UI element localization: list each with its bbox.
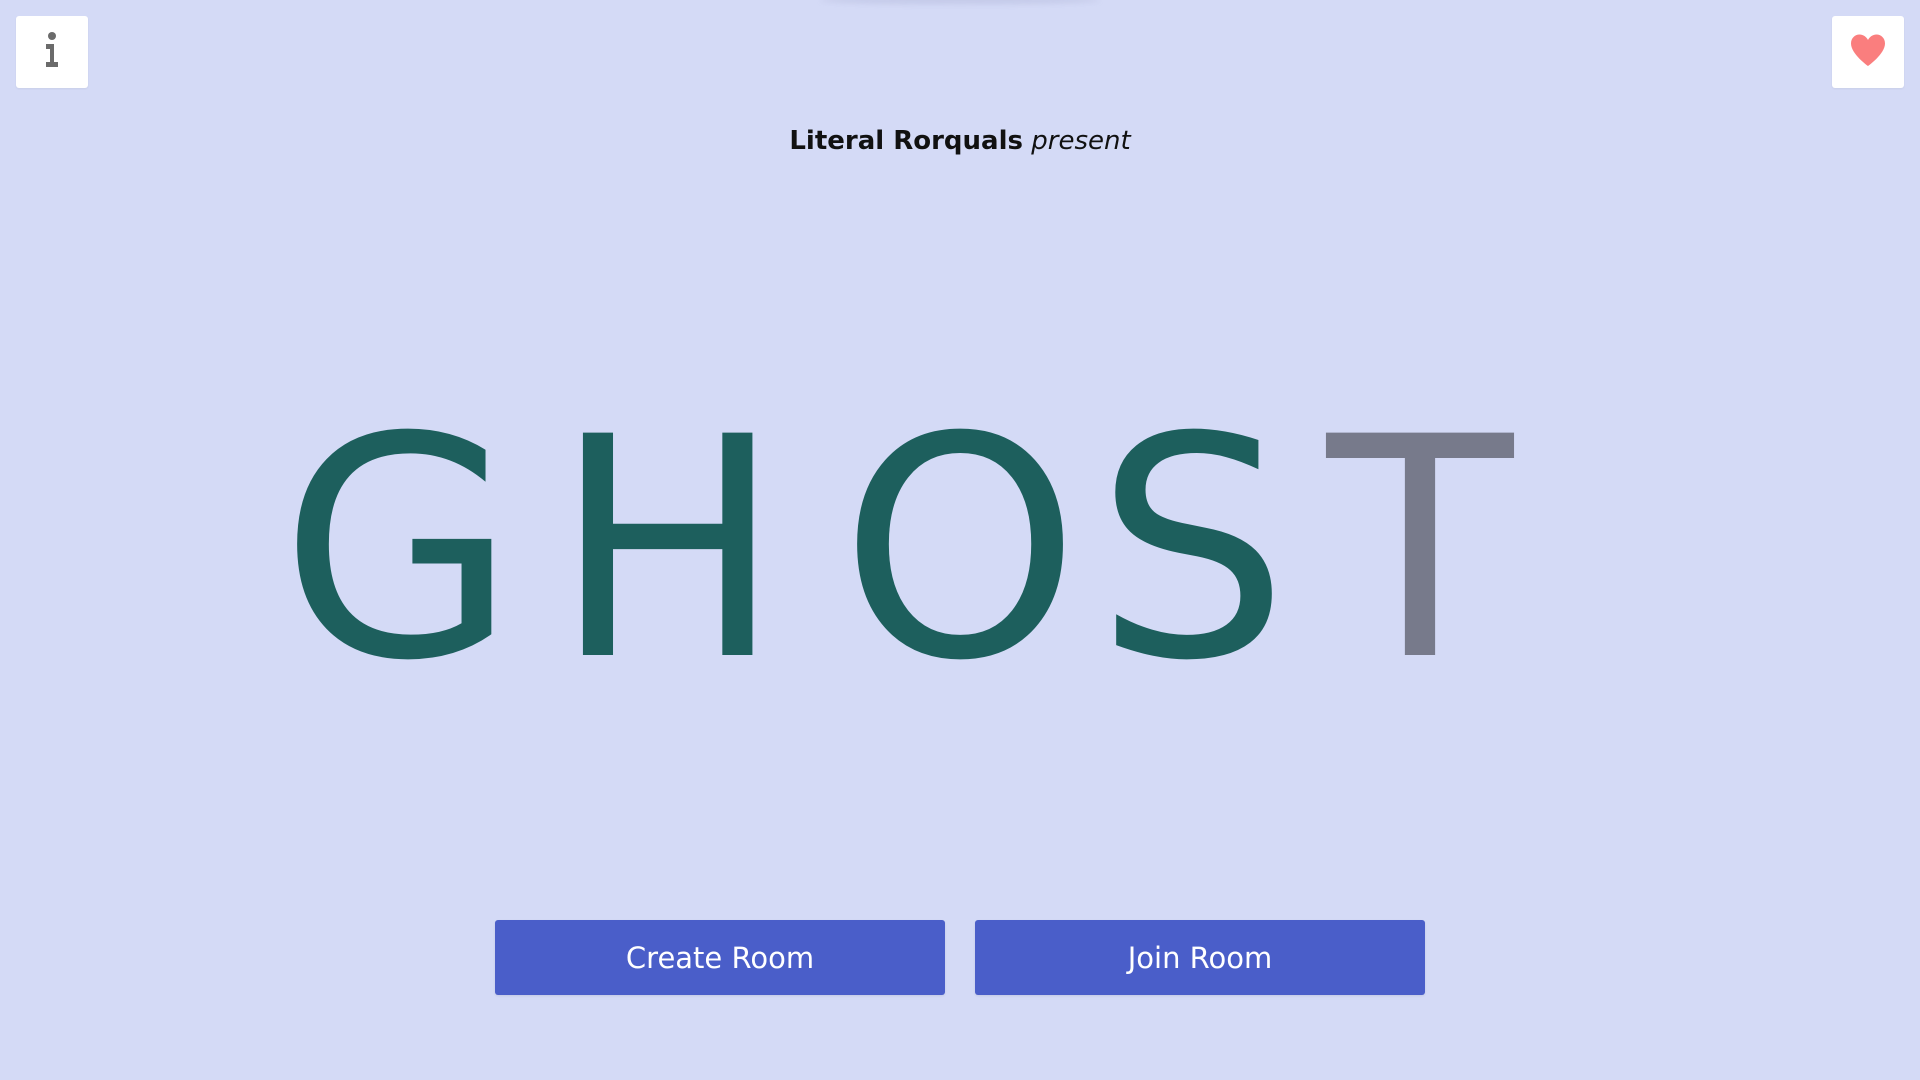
title-letter: H <box>553 372 783 727</box>
join-room-button[interactable]: Join Room <box>975 920 1425 995</box>
room-actions: Create Room Join Room <box>495 920 1425 995</box>
top-edge-shadow <box>820 0 1100 4</box>
donate-heart-button[interactable] <box>1832 16 1904 88</box>
heart-icon <box>1849 33 1887 71</box>
title-letter: G <box>280 372 517 727</box>
info-icon <box>44 32 60 72</box>
create-room-button[interactable]: Create Room <box>495 920 945 995</box>
title-letter: O <box>840 372 1081 727</box>
title-letter: S <box>1095 372 1289 727</box>
title-letter-ghosted: T <box>1326 372 1514 727</box>
game-title: G H O S T <box>0 372 1920 727</box>
studio-name: Literal Rorquals <box>789 126 1023 156</box>
credit-verb: present <box>1031 126 1131 156</box>
presenter-credit: Literal Rorquals present <box>0 124 1920 158</box>
info-button[interactable] <box>16 16 88 88</box>
